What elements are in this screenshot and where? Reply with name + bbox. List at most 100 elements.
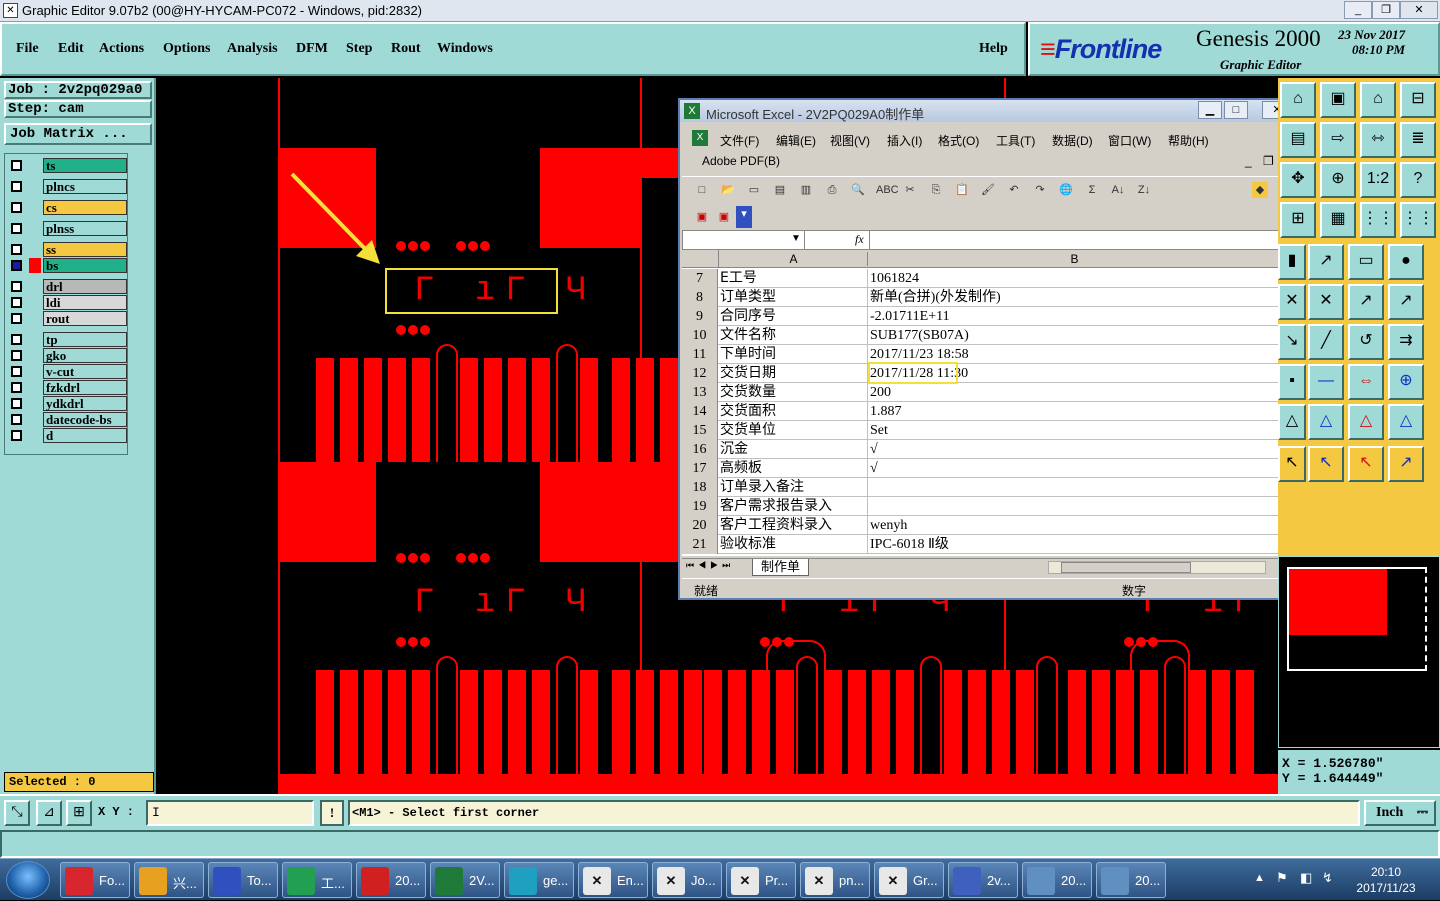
taskbar-item[interactable]: Fo...	[60, 862, 130, 898]
undo-icon[interactable]: ↶	[1006, 182, 1022, 198]
doc-restore-button[interactable]: ❐	[1263, 154, 1274, 168]
cell-b[interactable]: 新单(合拼)(外发制作)	[870, 288, 1279, 307]
cell-a[interactable]: 客户工程资料录入	[720, 516, 868, 535]
cell-b[interactable]: 1.887	[870, 402, 1279, 421]
move-icon[interactable]: ✥	[1280, 162, 1316, 198]
spelling-icon[interactable]: ABC	[876, 182, 899, 198]
house-icon[interactable]: ⌂	[1360, 82, 1396, 118]
layer-row[interactable]: v-cut	[7, 364, 127, 379]
resize-icon[interactable]: ⇔	[1348, 364, 1384, 400]
layer-checkbox[interactable]	[11, 350, 22, 361]
line-alt-icon[interactable]: ↗	[1388, 284, 1424, 320]
layer-name[interactable]: ldi	[43, 295, 127, 310]
excel-menu-file[interactable]: 文件(F)	[720, 132, 759, 149]
diagonal-icon[interactable]: ╱	[1308, 324, 1344, 360]
layer-checkbox[interactable]	[11, 398, 22, 409]
column-header-b[interactable]: B	[870, 252, 1279, 266]
sync-icon[interactable]: ↯	[1322, 870, 1333, 886]
help-icon[interactable]: ?	[1400, 162, 1436, 198]
pdf-mail-icon[interactable]: ▣	[716, 209, 732, 225]
triangle-alt-icon[interactable]: △	[1308, 404, 1344, 440]
layer-checkbox[interactable]	[11, 260, 22, 271]
menu-actions[interactable]: Actions	[99, 41, 144, 57]
row-number[interactable]: 21	[682, 535, 718, 554]
layer-name[interactable]: datecode-bs	[43, 412, 127, 427]
layer-row[interactable]: bs	[7, 258, 127, 273]
row-number[interactable]: 11	[682, 345, 718, 364]
layers-icon[interactable]: ≣	[1400, 122, 1436, 158]
layer-checkbox[interactable]	[11, 160, 22, 171]
excel-menu-insert[interactable]: 插入(I)	[887, 132, 922, 149]
overview-map[interactable]	[1278, 556, 1440, 748]
zoom-icon[interactable]: ⊕	[1320, 162, 1356, 198]
unit-select[interactable]: Inch ⎓	[1364, 800, 1436, 826]
layer-row[interactable]: plncs	[7, 179, 127, 194]
cell-b[interactable]: SUB177(SB07A)	[870, 326, 1279, 345]
paste-icon[interactable]: 📋	[954, 182, 970, 198]
volume-icon[interactable]: ◧	[1300, 870, 1312, 886]
cut-icon[interactable]: ✂	[902, 182, 918, 198]
close-button[interactable]: ✕	[1400, 1, 1438, 19]
layer-checkbox[interactable]	[11, 281, 22, 292]
measure-icon[interactable]: ⊿	[36, 800, 62, 826]
job-matrix-button[interactable]: Job Matrix ...	[4, 123, 152, 145]
menu-options[interactable]: Options	[163, 41, 210, 57]
layer-name[interactable]: rout	[43, 311, 127, 326]
block-icon[interactable]: ▪	[1278, 364, 1306, 400]
row-number[interactable]: 8	[682, 288, 718, 307]
row-number[interactable]: 16	[682, 440, 718, 459]
menu-edit[interactable]: Edit	[58, 41, 84, 57]
copy-icon[interactable]: ⎘	[928, 182, 944, 198]
triangle-blue-icon[interactable]: △	[1388, 404, 1424, 440]
cell-a[interactable]: 交货日期	[720, 364, 868, 383]
layer-checkbox[interactable]	[11, 297, 22, 308]
cell-a[interactable]: 订单类型	[720, 288, 868, 307]
row-number[interactable]: 20	[682, 516, 718, 535]
minimize-button[interactable]: _	[1344, 1, 1372, 19]
layer-row[interactable]: tp	[7, 332, 127, 347]
print-preview-icon[interactable]: ▥	[798, 182, 814, 198]
excel-menu-data[interactable]: 数据(D)	[1052, 132, 1093, 149]
menu-step[interactable]: Step	[346, 41, 372, 57]
snap-grid-icon[interactable]: ⊞	[66, 800, 92, 826]
cell-a[interactable]: 订单录入备注	[720, 478, 868, 497]
pad-icon[interactable]: ●	[1388, 244, 1424, 280]
row-number[interactable]: 19	[682, 497, 718, 516]
spreadsheet-grid[interactable]: A B 7 E工号 1061824 8 订单类型 新单(合拼)(外发制作) 9 合同序号 -2.…	[682, 250, 1279, 556]
layer-row[interactable]: ss	[7, 242, 127, 257]
layer-checkbox[interactable]	[11, 366, 22, 377]
cell-a[interactable]: 交货单位	[720, 421, 868, 440]
pointer-icon[interactable]: ↖	[1278, 446, 1306, 482]
layer-name[interactable]: d	[43, 428, 127, 443]
doc-minimize-button[interactable]: _	[1245, 154, 1252, 168]
layer-row[interactable]: cs	[7, 200, 127, 215]
scale-icon[interactable]: 1:2	[1360, 162, 1396, 198]
taskbar-item[interactable]: 20...	[1022, 862, 1092, 898]
row-number[interactable]: 18	[682, 478, 718, 497]
layer-name[interactable]: drl	[43, 279, 127, 294]
excel-menu-view[interactable]: 视图(V)	[830, 132, 870, 149]
layer-name[interactable]: gko	[43, 348, 127, 363]
cell-b[interactable]: IPC-6018 Ⅱ级	[870, 535, 1279, 554]
line-icon[interactable]: ↗	[1348, 284, 1384, 320]
cell-a[interactable]: 沉金	[720, 440, 868, 459]
excel-minimize-button[interactable]: ▁	[1198, 101, 1222, 119]
row-number[interactable]: 9	[682, 307, 718, 326]
cell-b[interactable]: wenyh	[870, 516, 1279, 535]
menu-help[interactable]: Help	[979, 41, 1008, 57]
taskbar-item[interactable]: 2V...	[430, 862, 500, 898]
ruler-icon[interactable]: ▭	[1348, 244, 1384, 280]
cross-icon[interactable]: ✕	[1278, 284, 1306, 320]
formula-input[interactable]	[869, 231, 1294, 249]
dots-alt-icon[interactable]: ⋮⋮	[1400, 202, 1436, 238]
layer-row[interactable]: rout	[7, 311, 127, 326]
cell-a[interactable]: 高频板	[720, 459, 868, 478]
excel-maximize-button[interactable]: □	[1224, 101, 1248, 119]
cell-b[interactable]	[870, 478, 1279, 497]
save-icon[interactable]: ▣	[1320, 82, 1356, 118]
cell-a[interactable]: 文件名称	[720, 326, 868, 345]
layer-row[interactable]: datecode-bs	[7, 412, 127, 427]
layer-checkbox[interactable]	[11, 244, 22, 255]
cell-a[interactable]: 交货数量	[720, 383, 868, 402]
layer-row[interactable]: ydkdrl	[7, 396, 127, 411]
